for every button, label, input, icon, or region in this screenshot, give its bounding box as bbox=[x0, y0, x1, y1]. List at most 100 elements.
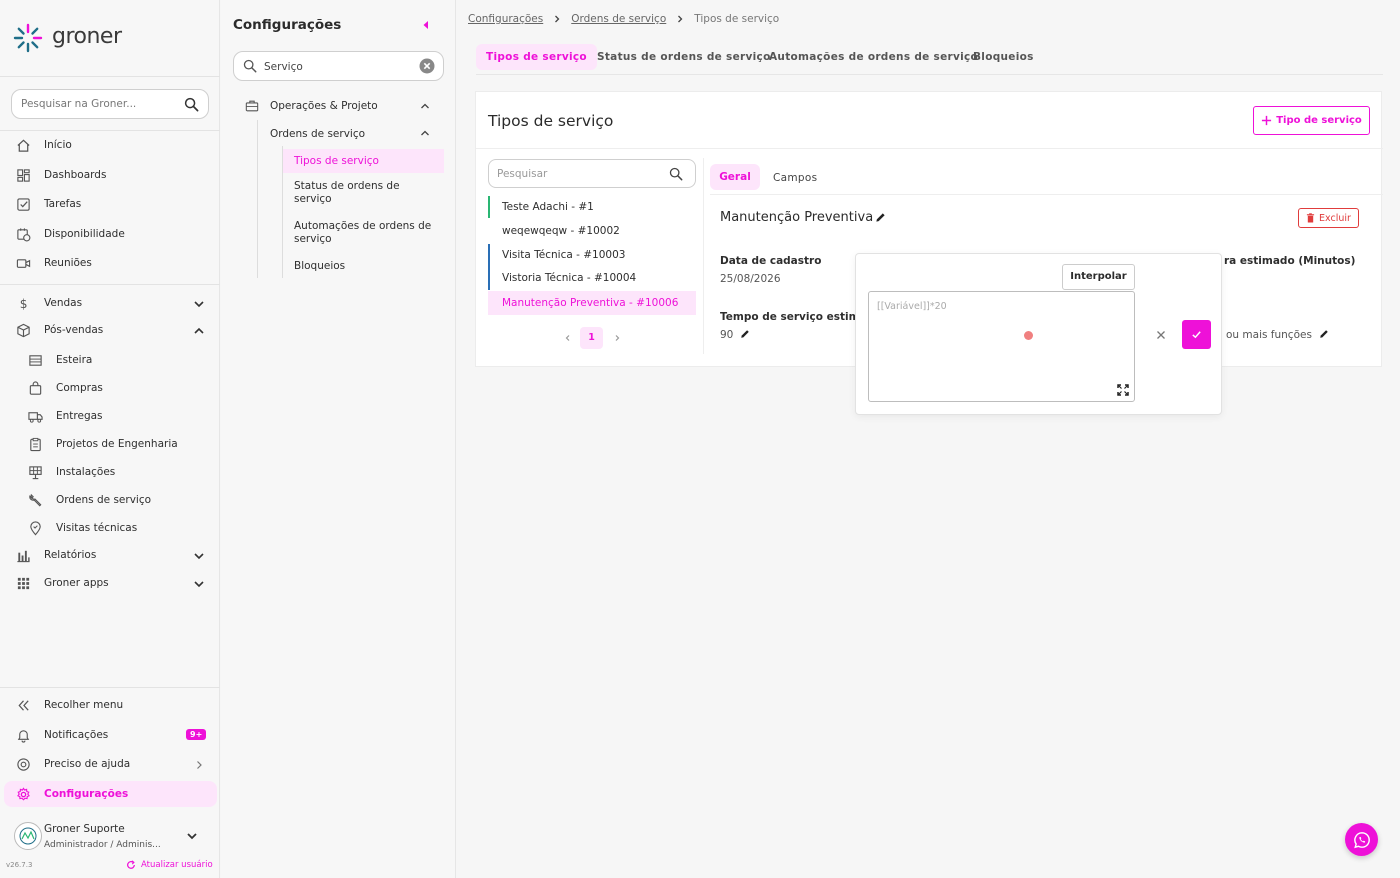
breadcrumb-current: Tipos de serviço bbox=[694, 13, 780, 25]
list-search-input[interactable]: Pesquisar bbox=[488, 159, 696, 188]
nav-item-tarefas[interactable]: Tarefas bbox=[0, 191, 220, 217]
chevron-up-icon[interactable] bbox=[193, 325, 205, 337]
list-item-color-bar bbox=[488, 196, 490, 218]
nav-label: Instalações bbox=[56, 466, 116, 478]
settings-search-input[interactable]: Serviço bbox=[233, 51, 444, 81]
tree-subgroup-label[interactable]: Ordens de serviço bbox=[270, 128, 365, 140]
nav-item-projetos-engenharia[interactable]: Projetos de Engenharia bbox=[0, 431, 220, 457]
nav-item-esteira[interactable]: Esteira bbox=[0, 347, 220, 373]
divider bbox=[0, 687, 220, 688]
tree-item-status[interactable]: Status de ordens de serviço bbox=[283, 180, 433, 206]
breadcrumb-link-configuracoes[interactable]: Configurações bbox=[468, 13, 543, 25]
nav-label: Vendas bbox=[44, 297, 83, 309]
nav-label: Ordens de serviço bbox=[56, 494, 152, 506]
delete-button-label: Excluir bbox=[1319, 212, 1351, 224]
refresh-icon[interactable] bbox=[126, 860, 136, 870]
created-date-label: Data de cadastro bbox=[720, 255, 822, 267]
nav-item-visitas-tecnicas[interactable]: Visitas técnicas bbox=[0, 515, 220, 541]
pagination-next-icon[interactable] bbox=[613, 334, 621, 342]
tab-tipos-servico[interactable]: Tipos de serviço bbox=[476, 44, 597, 70]
clear-search-icon[interactable] bbox=[419, 58, 435, 74]
chevron-down-icon[interactable] bbox=[193, 298, 205, 310]
tab-status[interactable]: Status de ordens de serviço bbox=[597, 51, 771, 63]
confirm-button[interactable] bbox=[1182, 320, 1211, 349]
nav-label: Entregas bbox=[56, 410, 103, 422]
search-icon bbox=[243, 59, 257, 73]
chevron-right-icon bbox=[553, 15, 561, 23]
created-date-value: 25/08/2026 bbox=[720, 273, 781, 285]
breadcrumb-link-ordens[interactable]: Ordens de serviço bbox=[571, 13, 666, 25]
nav-label: Início bbox=[44, 139, 72, 151]
update-user-link[interactable]: Atualizar usuário bbox=[141, 860, 213, 870]
whatsapp-button[interactable] bbox=[1345, 823, 1378, 856]
notifications-button[interactable]: Notificações 9+ bbox=[0, 722, 220, 748]
nav-item-relatorios[interactable]: Relatórios bbox=[0, 542, 220, 568]
tree-item-automacoes[interactable]: Automações de ordens de serviço bbox=[283, 220, 433, 246]
user-menu-chevron-icon[interactable] bbox=[186, 830, 198, 842]
edit-pencil-icon[interactable] bbox=[740, 329, 750, 339]
formula-textarea[interactable]: [[Variável]]*20 bbox=[868, 291, 1135, 402]
list-item[interactable]: Vistoria Técnica - #10004 bbox=[488, 267, 696, 289]
settings-search-value: Serviço bbox=[264, 61, 303, 73]
nav-item-vendas[interactable]: $ Vendas bbox=[0, 290, 220, 316]
nav-item-groner-apps[interactable]: Groner apps bbox=[0, 570, 220, 596]
chevron-up-icon[interactable] bbox=[420, 128, 430, 138]
double-chevron-left-icon bbox=[16, 698, 31, 713]
chevron-right-icon[interactable] bbox=[193, 759, 205, 771]
list-item-label: Teste Adachi - #1 bbox=[502, 201, 594, 213]
checkbox-icon bbox=[16, 197, 31, 212]
cancel-icon[interactable] bbox=[1156, 330, 1166, 340]
nav-item-instalacoes[interactable]: Instalações bbox=[0, 459, 220, 485]
bar-chart-icon bbox=[16, 548, 31, 563]
detail-tab-geral[interactable]: Geral bbox=[710, 164, 760, 190]
pagination-page[interactable]: 1 bbox=[580, 327, 603, 349]
interpolate-button[interactable]: Interpolar bbox=[1062, 264, 1135, 290]
add-service-type-button[interactable]: Tipo de serviço bbox=[1253, 106, 1370, 135]
avatar[interactable] bbox=[14, 822, 42, 850]
list-item-selected[interactable]: Manutenção Preventiva - #10006 bbox=[488, 291, 696, 315]
search-icon[interactable] bbox=[184, 97, 199, 112]
list-item[interactable]: Visita Técnica - #10003 bbox=[488, 244, 696, 290]
chevron-up-icon[interactable] bbox=[420, 101, 430, 111]
functions-value: ou mais funções bbox=[1226, 329, 1312, 341]
help-button[interactable]: Preciso de ajuda bbox=[0, 751, 220, 777]
list-item-label: Visita Técnica - #10003 bbox=[502, 249, 626, 261]
nav-item-entregas[interactable]: Entregas bbox=[0, 403, 220, 429]
nav-item-disponibilidade[interactable]: Disponibilidade bbox=[0, 221, 220, 247]
nav-item-ordens-servico[interactable]: Ordens de serviço bbox=[0, 487, 220, 513]
global-search-input[interactable]: Pesquisar na Groner... bbox=[11, 89, 209, 119]
nav-item-pos-vendas[interactable]: Pós-vendas bbox=[0, 317, 220, 343]
check-icon bbox=[1191, 329, 1202, 340]
tabs-divider bbox=[476, 74, 1383, 75]
list-item[interactable]: weqewqeqw - #10002 bbox=[488, 220, 696, 242]
nav-label: Pós-vendas bbox=[44, 324, 104, 336]
nav-item-inicio[interactable]: Início bbox=[0, 132, 220, 158]
divider bbox=[0, 130, 220, 131]
search-icon[interactable] bbox=[669, 167, 683, 181]
chevron-down-icon[interactable] bbox=[193, 550, 205, 562]
collapse-panel-icon[interactable] bbox=[421, 20, 431, 30]
edit-pencil-icon[interactable] bbox=[875, 212, 886, 223]
nav-item-reunioes[interactable]: Reuniões bbox=[0, 250, 220, 276]
tab-bloqueios[interactable]: Bloqueios bbox=[973, 51, 1034, 63]
tree-item-label: Bloqueios bbox=[294, 260, 346, 272]
detail-tab-campos[interactable]: Campos bbox=[773, 172, 817, 184]
pagination-prev-icon[interactable] bbox=[564, 334, 572, 342]
tree-item-bloqueios[interactable]: Bloqueios bbox=[283, 260, 433, 272]
delete-button[interactable]: Excluir bbox=[1298, 208, 1359, 228]
video-icon bbox=[16, 256, 31, 271]
nav-item-dashboards[interactable]: Dashboards bbox=[0, 162, 220, 188]
expand-icon[interactable] bbox=[1117, 384, 1129, 396]
nav-item-compras[interactable]: Compras bbox=[0, 375, 220, 401]
settings-nav-button[interactable]: Configurações bbox=[4, 781, 217, 807]
edit-pencil-icon[interactable] bbox=[1319, 329, 1329, 339]
chevron-down-icon[interactable] bbox=[193, 578, 205, 590]
tab-automacoes[interactable]: Automações de ordens de serviço bbox=[769, 51, 978, 63]
list-item[interactable]: Teste Adachi - #1 bbox=[488, 196, 696, 218]
groner-logo-icon bbox=[12, 22, 44, 54]
dashboard-icon bbox=[16, 168, 31, 183]
tree-group-label[interactable]: Operações & Projeto bbox=[270, 100, 378, 112]
tree-item-tipos-servico[interactable]: Tipos de serviço bbox=[283, 149, 444, 173]
collapse-menu-button[interactable]: Recolher menu bbox=[0, 692, 220, 718]
estimated-time-label: Tempo de serviço estimad bbox=[720, 311, 875, 323]
